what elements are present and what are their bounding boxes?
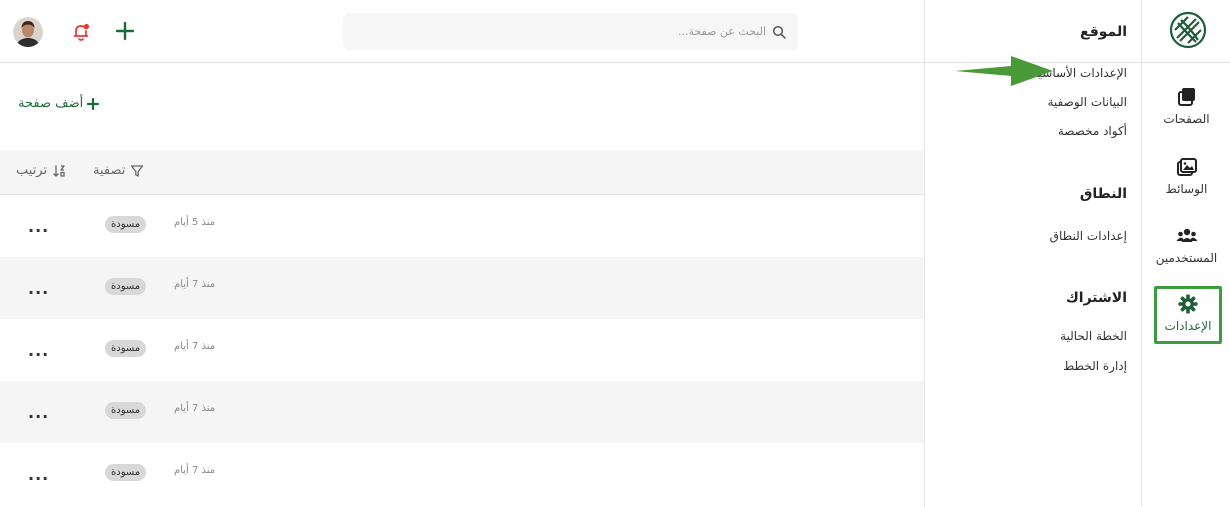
submenu-link-domain-settings[interactable]: إعدادات النطاق	[1050, 229, 1127, 243]
rail-item-label: المستخدمين	[1155, 251, 1218, 265]
table-row[interactable]: ... مسودة منذ 5 أيام	[0, 195, 924, 257]
filter-icon	[131, 164, 144, 177]
more-options-button[interactable]: ...	[28, 279, 49, 298]
rail-item-media[interactable]: الوسائط	[1142, 156, 1230, 212]
more-options-button[interactable]: ...	[28, 217, 49, 236]
avatar-icon	[13, 17, 43, 47]
status-badge: مسودة	[105, 278, 147, 295]
add-icon[interactable]	[114, 20, 136, 42]
modified-time: منذ 7 أيام	[174, 279, 216, 290]
more-options-button[interactable]: ...	[28, 465, 49, 484]
table-row[interactable]: ... مسودة منذ 7 أيام	[0, 319, 924, 381]
submenu-link-metadata[interactable]: البيانات الوصفية	[1048, 95, 1128, 109]
status-badge: مسودة	[105, 402, 147, 419]
modified-time: منذ 7 أيام	[174, 465, 216, 476]
submenu-heading-subscription: الاشتراك	[1065, 290, 1127, 306]
rail-item-label: الوسائط	[1165, 182, 1208, 196]
pages-icon	[1177, 88, 1195, 106]
rail-item-label: الإعدادات	[1164, 319, 1212, 333]
modified-time: منذ 7 أيام	[174, 341, 216, 352]
modified-time: منذ 5 أيام	[174, 217, 216, 228]
submenu-heading-site: الموقع	[1080, 24, 1127, 40]
submenu-link-current-plan[interactable]: الخطة الحالية	[1060, 329, 1127, 343]
rail-divider	[1142, 62, 1230, 63]
more-options-button[interactable]: ...	[28, 341, 49, 360]
rail-item-settings[interactable]: الإعدادات	[1154, 286, 1222, 344]
topbar-divider	[0, 62, 924, 63]
pointer-arrow-icon	[955, 56, 1053, 86]
status-badge: مسودة	[105, 216, 147, 233]
search-input[interactable]	[366, 13, 766, 50]
main-rail: الصفحات الوسائط المستخدمين الإعدادات	[1141, 0, 1230, 507]
notification-bell-icon[interactable]	[70, 21, 92, 43]
submenu-link-custom-code[interactable]: أكواد مخصصة	[1058, 124, 1127, 138]
media-icon	[1176, 158, 1197, 176]
filter-label: تصفية	[93, 163, 126, 178]
submenu-link-manage-plans[interactable]: إدارة الخطط	[1063, 359, 1127, 373]
sort-label: ترتيب	[16, 163, 48, 178]
add-page-label: أضف صفحة	[18, 96, 84, 111]
table-row[interactable]: ... مسودة منذ 7 أيام	[0, 381, 924, 443]
rail-item-users[interactable]: المستخدمين	[1142, 225, 1230, 281]
list-toolbar: تصفية ترتيب	[0, 150, 924, 195]
filter-button[interactable]: تصفية	[93, 163, 144, 178]
status-badge: مسودة	[105, 340, 147, 357]
avatar[interactable]	[13, 17, 43, 47]
sort-icon	[53, 164, 65, 177]
submenu-heading-domain: النطاق	[1079, 186, 1127, 202]
status-badge: مسودة	[105, 464, 147, 481]
table-row[interactable]: ... مسودة منذ 7 أيام	[0, 257, 924, 319]
more-options-button[interactable]: ...	[28, 403, 49, 422]
gear-icon	[1178, 294, 1198, 314]
rail-item-label: الصفحات	[1163, 112, 1210, 126]
modified-time: منذ 7 أيام	[174, 403, 216, 414]
users-icon	[1176, 228, 1197, 242]
sort-button[interactable]: ترتيب	[16, 163, 66, 178]
table-row[interactable]: ... مسودة منذ 7 أيام	[0, 443, 924, 505]
add-page-button[interactable]: أضف صفحة	[18, 96, 100, 111]
logo-icon[interactable]	[1168, 10, 1208, 50]
search-box[interactable]	[343, 13, 798, 50]
plus-icon	[87, 97, 100, 110]
search-icon	[772, 25, 786, 39]
rail-item-pages[interactable]: الصفحات	[1142, 86, 1230, 142]
